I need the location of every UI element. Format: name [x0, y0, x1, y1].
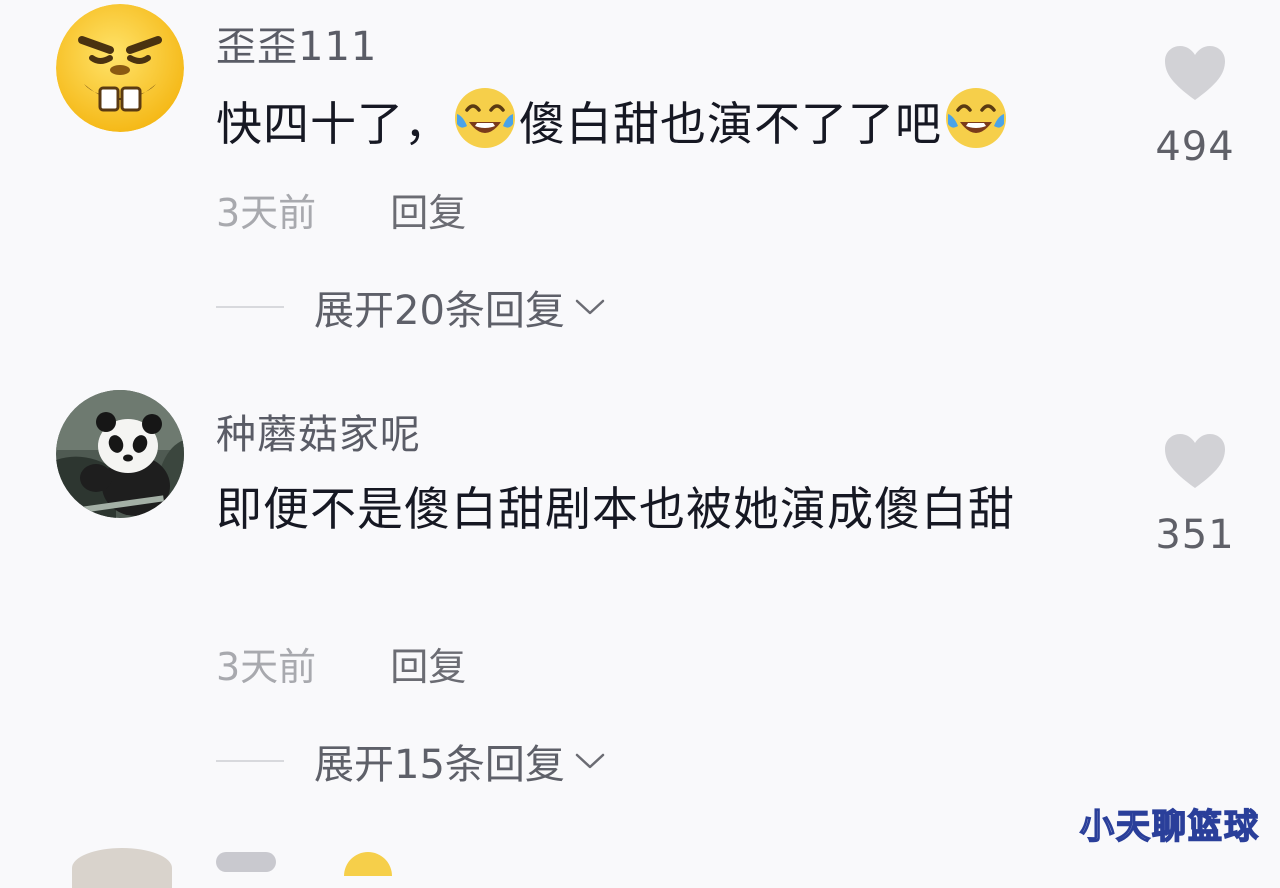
divider-line [216, 760, 284, 762]
like-button[interactable]: 351 [1150, 432, 1240, 558]
chevron-down-icon [575, 753, 605, 769]
comment-username[interactable]: 种蘑菇家呢 [216, 402, 421, 460]
expand-replies-label: 展开15条回复 [314, 742, 565, 788]
comment-username[interactable]: 歪歪111 [216, 14, 377, 72]
comment-text: 即便不是傻白甜剧本也被她演成傻白甜 [216, 482, 1015, 536]
laugh-cry-emoji-icon [946, 88, 1006, 148]
next-comment-username-placeholder [216, 852, 276, 872]
laugh-cry-emoji-icon [455, 88, 515, 148]
next-comment-emoji-icon [344, 852, 392, 876]
watermark: 小天聊篮球 [1079, 806, 1260, 848]
avatar[interactable] [56, 4, 184, 132]
expand-replies-label: 展开20条回复 [314, 288, 565, 334]
chevron-down-icon [575, 299, 605, 315]
like-count: 351 [1155, 512, 1235, 558]
expand-replies-button[interactable]: 展开20条回复 [216, 278, 607, 336]
reply-button[interactable]: 回复 [390, 645, 466, 689]
heart-icon [1165, 46, 1225, 100]
comment-time: 3天前 [216, 191, 317, 235]
panda-avatar-icon [56, 390, 184, 518]
heart-icon [1165, 434, 1225, 488]
comment-time: 3天前 [216, 645, 317, 689]
divider-line [216, 306, 284, 308]
reply-button[interactable]: 回复 [390, 191, 466, 235]
avatar[interactable] [56, 390, 184, 518]
comment-meta: 3天前 回复 [216, 182, 466, 237]
next-comment-avatar[interactable] [72, 848, 172, 888]
like-count: 494 [1155, 124, 1235, 170]
comment-text-segment: 傻白甜也演不了了吧 [519, 97, 942, 151]
like-button[interactable]: 494 [1150, 44, 1240, 170]
expand-replies-button[interactable]: 展开15条回复 [216, 732, 607, 790]
comment-text: 快四十了， 傻白甜也演不了了吧 [216, 86, 1096, 161]
comment-text-segment: 快四十了， [216, 97, 451, 151]
comment-meta: 3天前 回复 [216, 636, 466, 691]
grinning-face-avatar-icon [56, 4, 184, 132]
